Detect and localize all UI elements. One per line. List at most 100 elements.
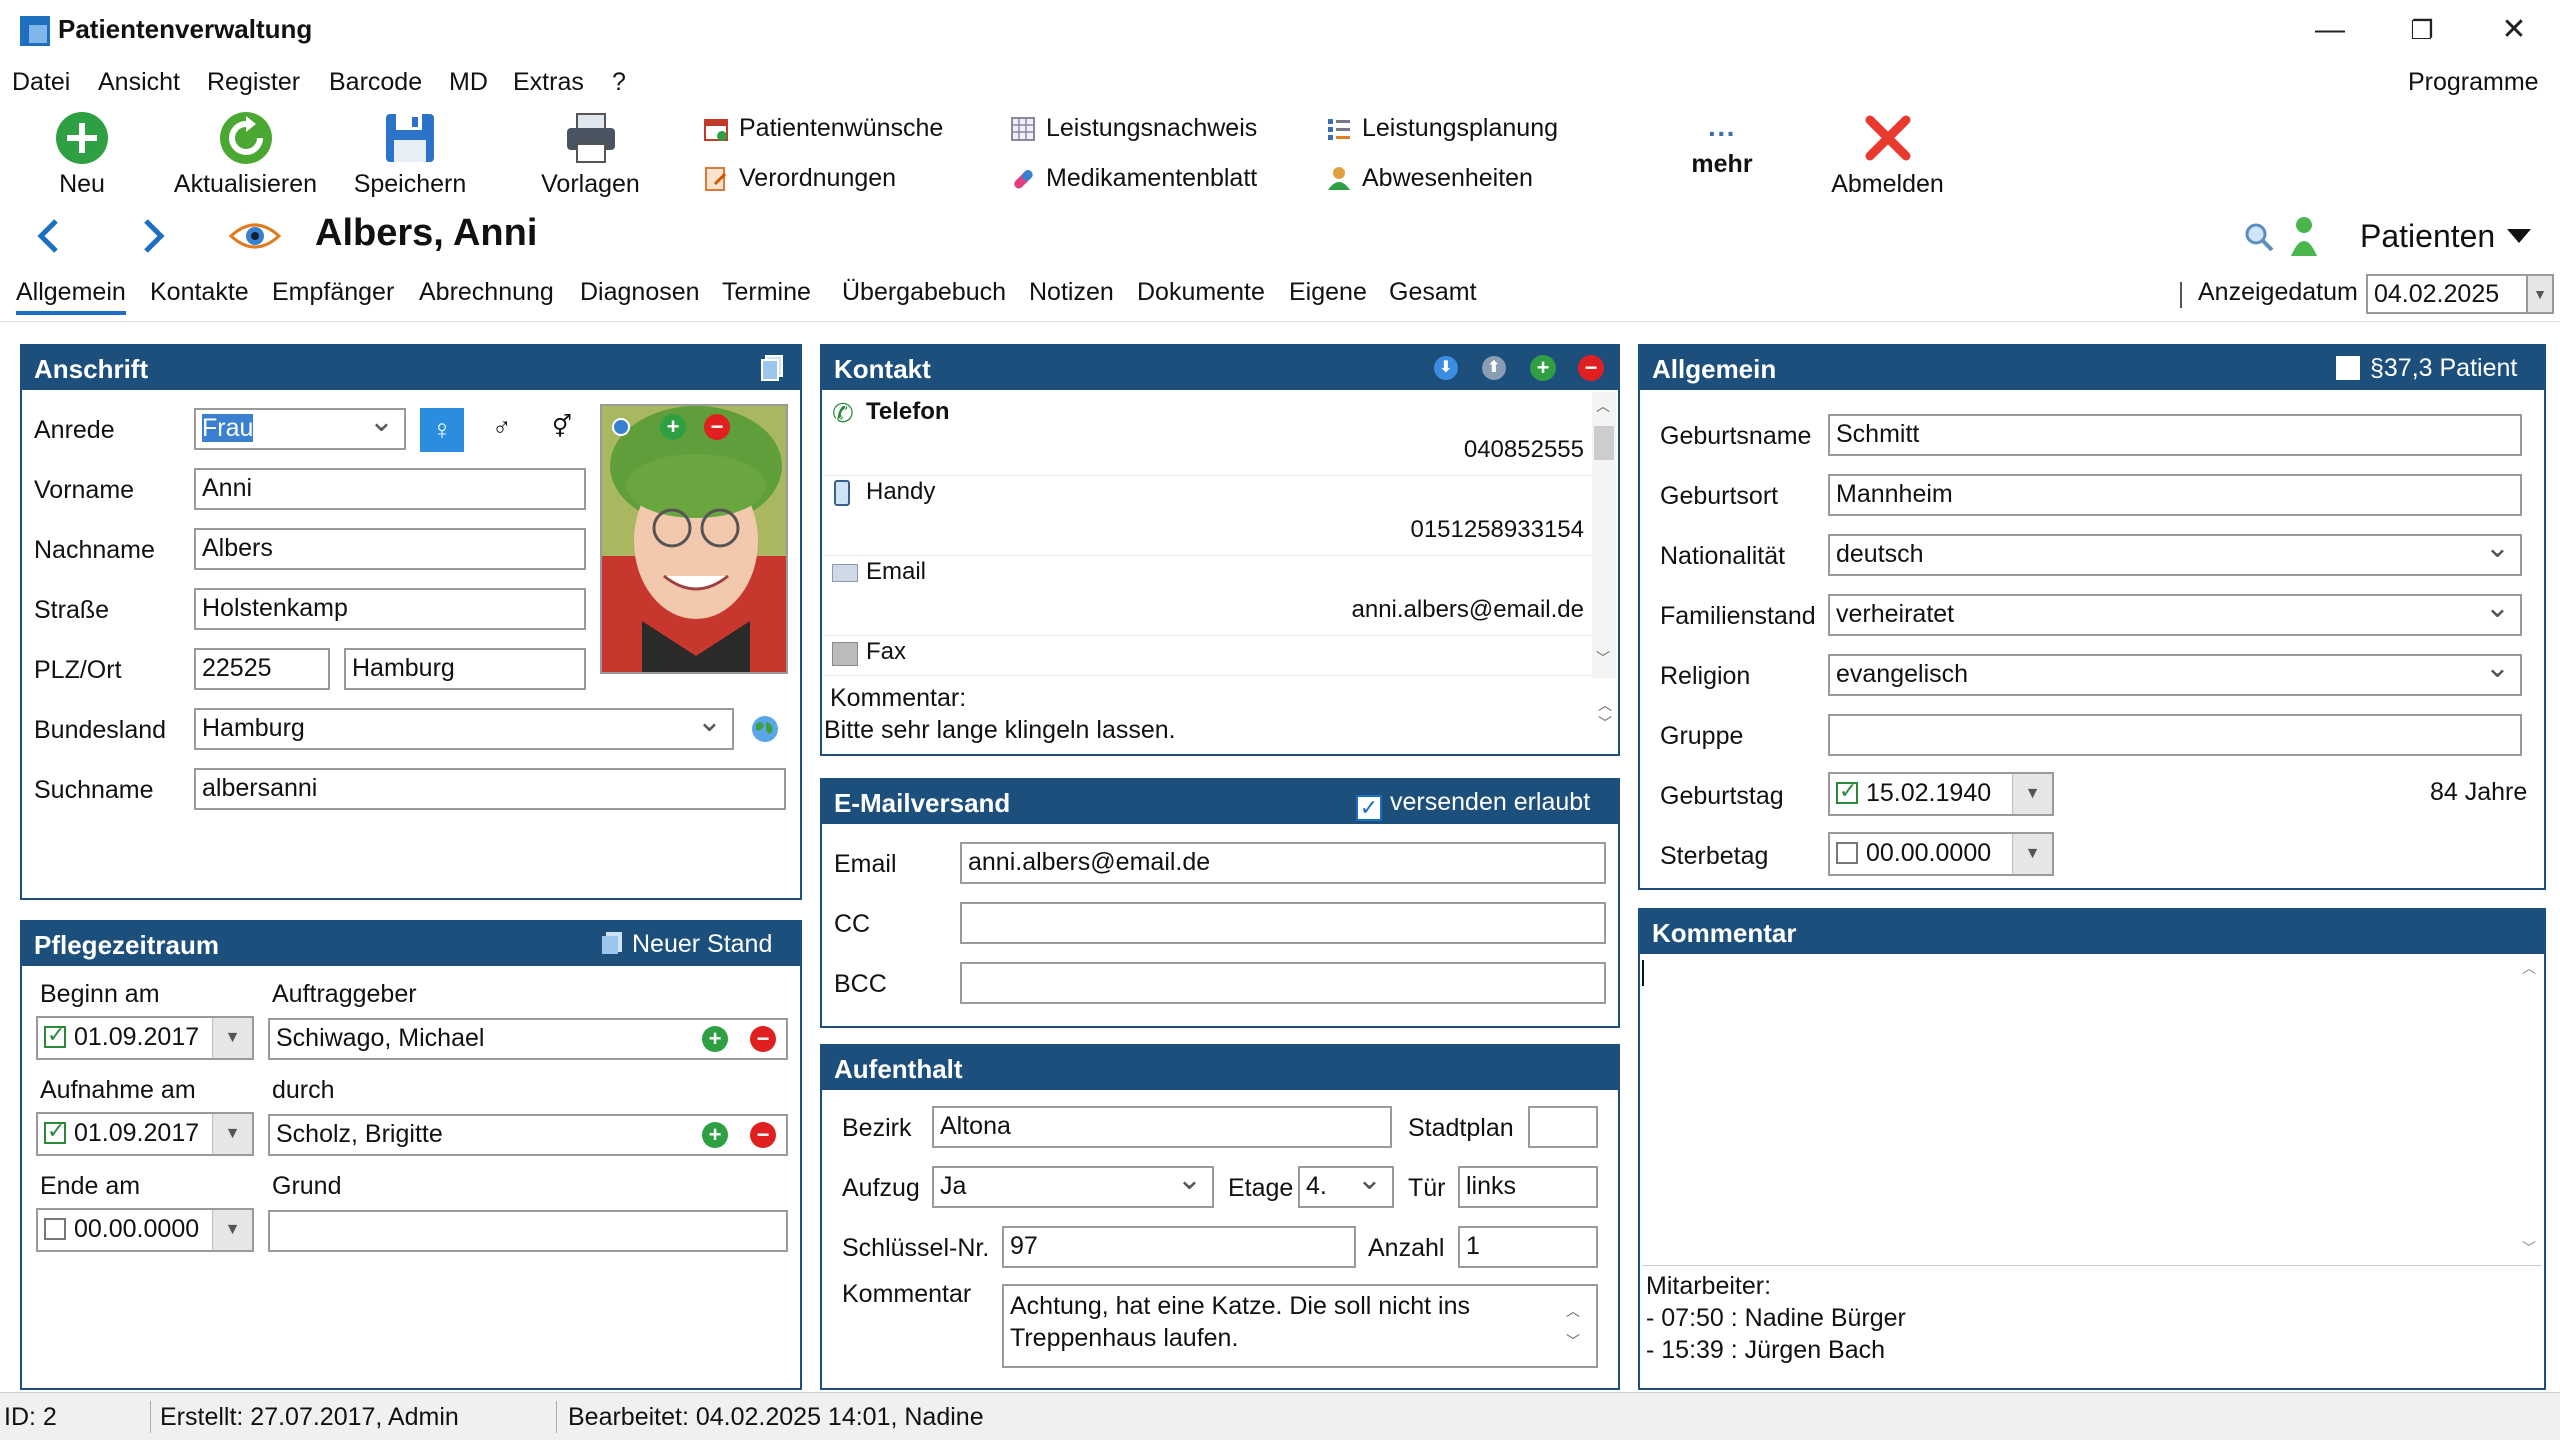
- plz-input[interactable]: 22525: [194, 648, 330, 690]
- etage-select[interactable]: 4.: [1298, 1166, 1394, 1208]
- scroll-up-icon[interactable]: ︿: [2522, 958, 2536, 978]
- anzeigedatum-dropdown[interactable]: ▼: [2528, 274, 2554, 314]
- kontakt-item-telefon[interactable]: ✆ Telefon 040852555: [824, 396, 1592, 476]
- email-versand-input[interactable]: anni.albers@email.de: [960, 842, 1606, 884]
- leistungsnachweis-button[interactable]: Leistungsnachweis: [1010, 114, 1257, 143]
- aufnahme-checkbox[interactable]: [44, 1118, 66, 1144]
- menu-help[interactable]: ?: [612, 68, 626, 97]
- versenden-checkbox[interactable]: ✓ versenden erlaubt: [1356, 788, 1590, 821]
- move-up-icon[interactable]: ⬆: [1482, 356, 1506, 380]
- beginn-dropdown[interactable]: ▼: [212, 1018, 252, 1058]
- menu-programme[interactable]: Programme: [2408, 68, 2539, 97]
- aufenthalt-kommentar-scroll-icon[interactable]: ︿ ﹀: [1566, 1296, 1580, 1356]
- scroll-down-icon[interactable]: ﹀: [1596, 648, 1610, 668]
- gruppe-input[interactable]: [1828, 714, 2522, 756]
- kontakt-remove-icon[interactable]: −: [1578, 355, 1604, 381]
- anzahl-input[interactable]: 1: [1458, 1226, 1598, 1268]
- patientenwuensche-button[interactable]: Patientenwünsche: [703, 114, 943, 143]
- scroll-up-icon[interactable]: ︿: [1596, 396, 1610, 416]
- bcc-input[interactable]: [960, 962, 1606, 1004]
- leistungsplanung-button[interactable]: Leistungsplanung: [1326, 114, 1558, 143]
- stadtplan-input[interactable]: [1528, 1106, 1598, 1148]
- globe-icon[interactable]: [750, 714, 780, 744]
- patient-photo[interactable]: + −: [600, 404, 788, 674]
- abmelden-button[interactable]: Abmelden: [1820, 110, 1955, 199]
- menu-ansicht[interactable]: Ansicht: [98, 68, 180, 97]
- nationalitaet-select[interactable]: deutsch: [1828, 534, 2522, 576]
- neu-button[interactable]: Neu: [32, 110, 132, 199]
- mehr-button[interactable]: ··· mehr: [1672, 118, 1772, 179]
- geburtsname-input[interactable]: Schmitt: [1828, 414, 2522, 456]
- close-window-button[interactable]: ✕: [2484, 10, 2544, 50]
- scroll-down-icon[interactable]: ﹀: [2522, 1238, 2536, 1258]
- sterbetag-checkbox[interactable]: [1836, 842, 1858, 864]
- kontakt-item-email[interactable]: Email anni.albers@email.de: [824, 556, 1592, 636]
- geburtstag-date[interactable]: 15.02.1940 ▼: [1828, 772, 2054, 816]
- tab-termine[interactable]: Termine: [722, 278, 811, 307]
- ende-dropdown[interactable]: ▼: [212, 1210, 252, 1250]
- tab-diagnosen[interactable]: Diagnosen: [580, 278, 700, 307]
- menu-md[interactable]: MD: [449, 68, 488, 97]
- familienstand-select[interactable]: verheiratet: [1828, 594, 2522, 636]
- arrow-left-icon[interactable]: [34, 218, 64, 254]
- p37-checkbox[interactable]: §37,3 Patient: [2336, 354, 2517, 383]
- speichern-button[interactable]: Speichern: [350, 110, 470, 199]
- bezirk-input[interactable]: Altona: [932, 1106, 1392, 1148]
- menu-register[interactable]: Register: [207, 68, 300, 97]
- tab-notizen[interactable]: Notizen: [1029, 278, 1114, 307]
- auftraggeber-remove-icon[interactable]: −: [750, 1026, 776, 1052]
- kontakt-kommentar-text[interactable]: Bitte sehr lange klingeln lassen.: [824, 716, 1176, 745]
- cc-input[interactable]: [960, 902, 1606, 944]
- anzeigedatum-field[interactable]: 04.02.2025: [2366, 274, 2528, 314]
- kommentar-scroll-icon[interactable]: ︿ ﹀: [1598, 696, 1612, 732]
- strasse-input[interactable]: Holstenkamp: [194, 588, 586, 630]
- scroll-thumb[interactable]: [1594, 426, 1614, 460]
- kontakt-add-icon[interactable]: +: [1530, 355, 1556, 381]
- menu-barcode[interactable]: Barcode: [329, 68, 422, 97]
- tab-eigene[interactable]: Eigene: [1289, 278, 1367, 307]
- beginn-date[interactable]: 01.09.2017 ▼: [36, 1016, 254, 1060]
- search-icon[interactable]: [2244, 222, 2274, 252]
- photo-remove-icon[interactable]: −: [704, 414, 730, 440]
- vorlagen-button[interactable]: Vorlagen: [528, 110, 653, 199]
- photo-add-icon[interactable]: +: [660, 414, 686, 440]
- medikamentenblatt-button[interactable]: Medikamentenblatt: [1010, 164, 1257, 193]
- copy-icon[interactable]: [760, 354, 784, 382]
- tab-gesamt[interactable]: Gesamt: [1389, 278, 1477, 307]
- neuer-stand-button[interactable]: Neuer Stand: [600, 930, 772, 959]
- durch-remove-icon[interactable]: −: [750, 1122, 776, 1148]
- kommentar-textarea[interactable]: ︿ ﹀: [1642, 956, 2542, 1266]
- move-down-icon[interactable]: ⬇: [1434, 356, 1458, 380]
- tab-empfaenger[interactable]: Empfänger: [272, 278, 394, 307]
- patienten-dropdown[interactable]: Patienten: [2360, 218, 2532, 255]
- tab-allgemein[interactable]: Allgemein: [16, 278, 126, 315]
- user-icon[interactable]: [2290, 216, 2318, 256]
- tab-abrechnung[interactable]: Abrechnung: [419, 278, 554, 307]
- photo-select-icon[interactable]: [612, 418, 630, 436]
- tab-dokumente[interactable]: Dokumente: [1137, 278, 1265, 307]
- tab-uebergabebuch[interactable]: Übergabebuch: [842, 278, 1006, 307]
- anrede-select[interactable]: Frau: [194, 408, 406, 450]
- kontakt-item-handy[interactable]: Handy 0151258933154: [824, 476, 1592, 556]
- aufzug-select[interactable]: Ja: [932, 1166, 1214, 1208]
- verordnungen-button[interactable]: Verordnungen: [703, 164, 896, 193]
- aktualisieren-button[interactable]: Aktualisieren: [168, 110, 323, 199]
- geburtstag-checkbox[interactable]: [1836, 778, 1858, 804]
- aufnahme-dropdown[interactable]: ▼: [212, 1114, 252, 1154]
- arrow-right-icon[interactable]: [138, 218, 168, 254]
- eye-icon[interactable]: [229, 220, 281, 252]
- schluessel-input[interactable]: 97: [1002, 1226, 1356, 1268]
- nachname-input[interactable]: Albers: [194, 528, 586, 570]
- ort-input[interactable]: Hamburg: [344, 648, 586, 690]
- sterbetag-dropdown[interactable]: ▼: [2012, 834, 2052, 874]
- sterbetag-date[interactable]: 00.00.0000 ▼: [1828, 832, 2054, 876]
- menu-datei[interactable]: Datei: [12, 68, 70, 97]
- ende-checkbox[interactable]: [44, 1218, 66, 1240]
- kontakt-item-fax[interactable]: Fax: [824, 636, 1592, 676]
- geburtsort-input[interactable]: Mannheim: [1828, 474, 2522, 516]
- suchname-input[interactable]: albersanni: [194, 768, 786, 810]
- beginn-checkbox[interactable]: [44, 1022, 66, 1048]
- bundesland-select[interactable]: Hamburg: [194, 708, 734, 750]
- auftraggeber-add-icon[interactable]: +: [702, 1026, 728, 1052]
- diverse-button[interactable]: ⚥: [552, 414, 572, 440]
